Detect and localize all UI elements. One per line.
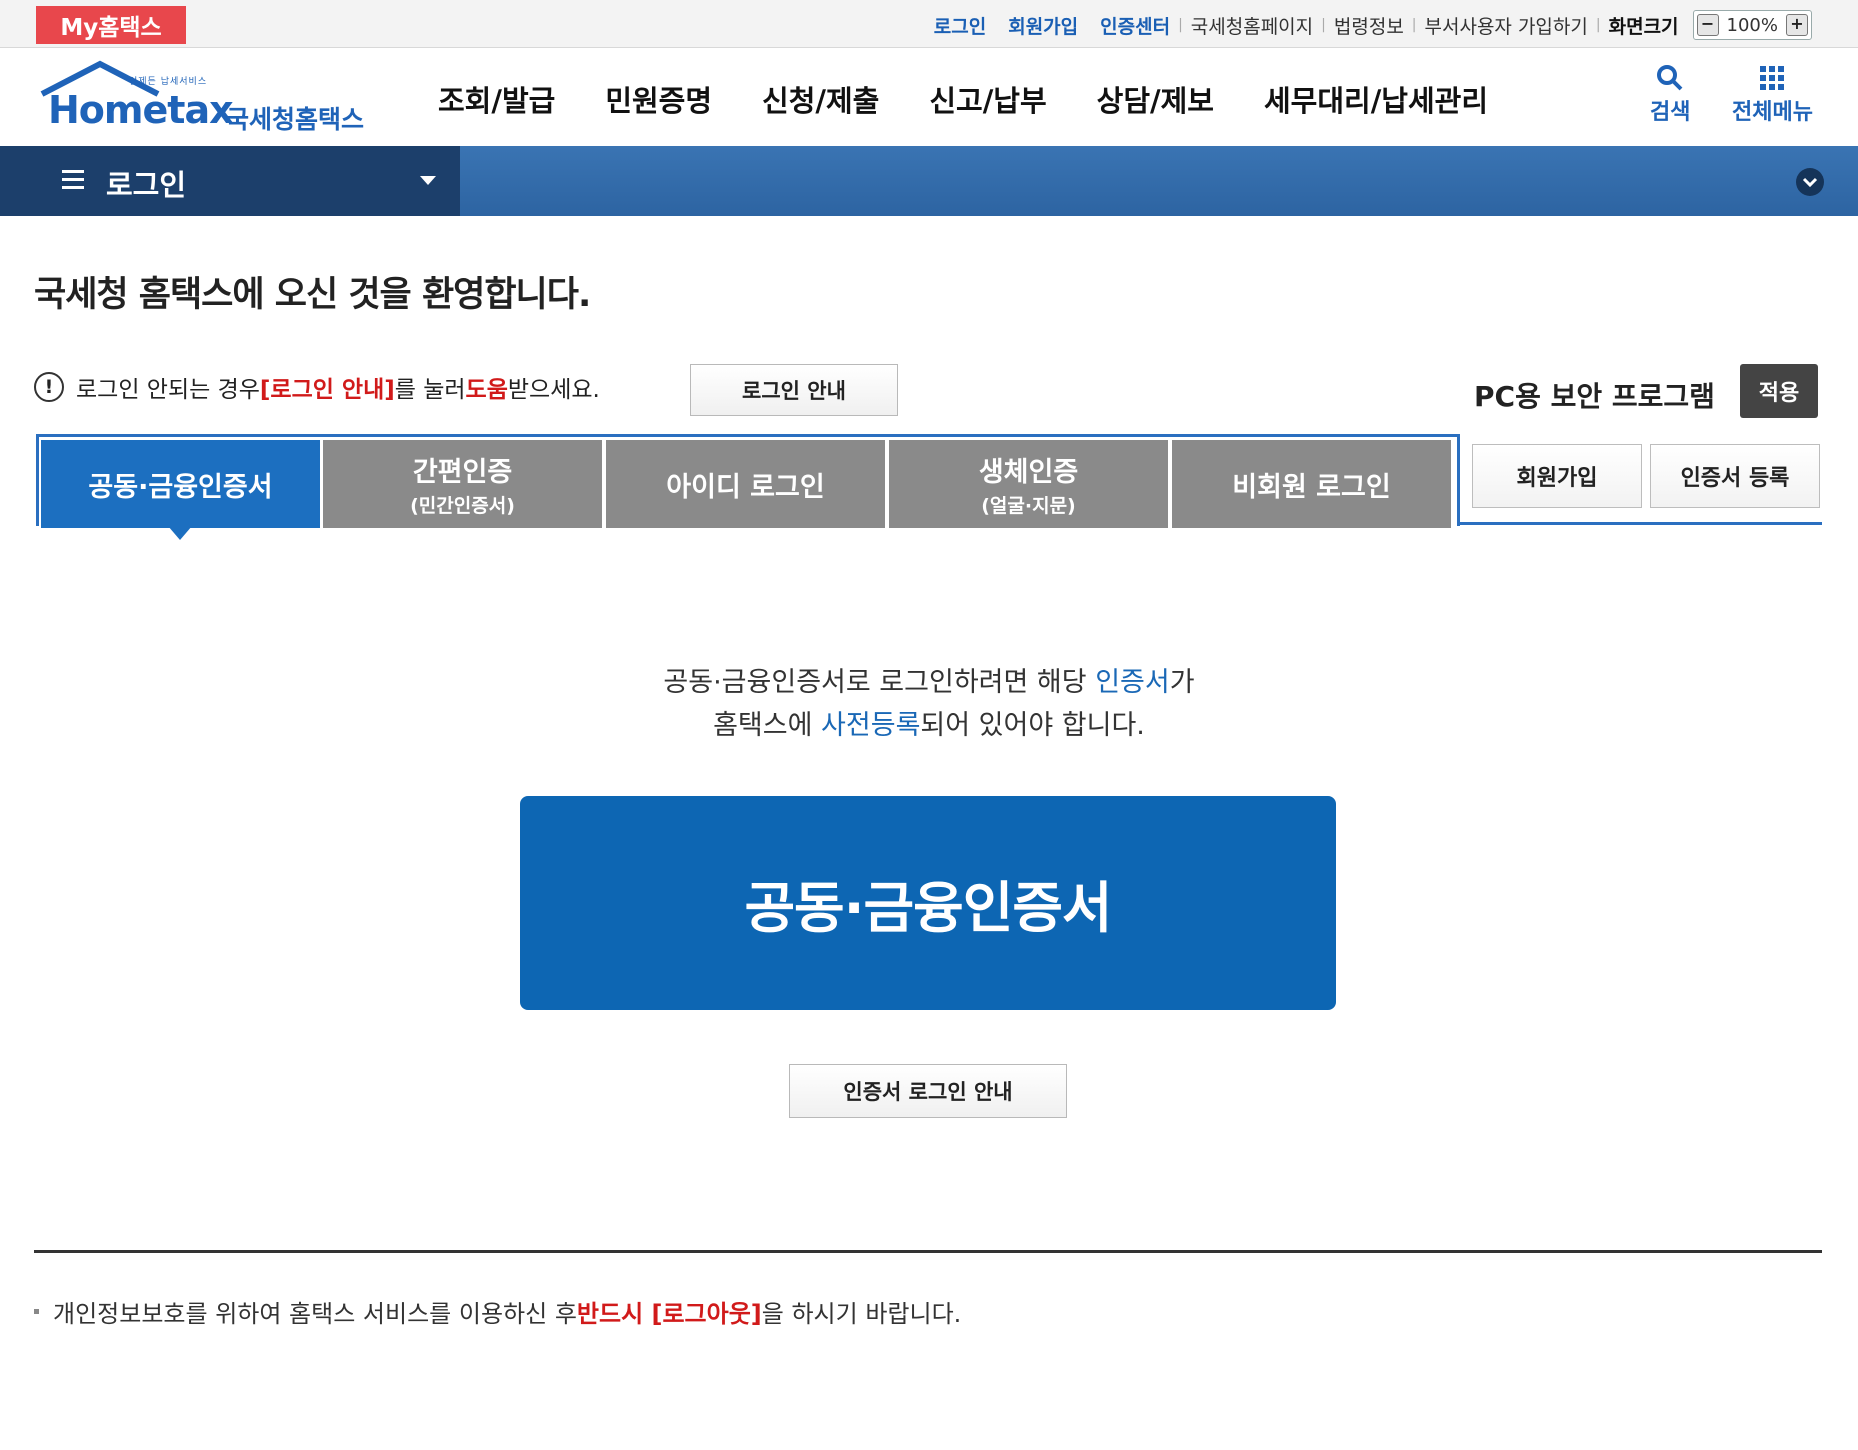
help-text-5: 받으세요. (507, 377, 600, 403)
top-utility-bar: My홈택스 로그인 회원가입 인증센터 | 국세청홈페이지 | 법령정보 | 부… (0, 0, 1858, 48)
search-icon (1657, 65, 1683, 91)
nts-homepage-link[interactable]: 국세청홈페이지 (1191, 12, 1313, 39)
tab-biometric-auth[interactable]: 생체인증 (얼굴·지문) (889, 440, 1168, 528)
security-apply-button[interactable]: 적용 (1740, 364, 1818, 418)
tab-simple-auth[interactable]: 간편인증 (민간인증서) (323, 440, 602, 528)
help-text-login-guide: [로그인 안내] (259, 377, 395, 403)
logo-korean-name: 국세청홈택스 (226, 105, 365, 134)
tab-label: 공동·금융인증서 (88, 471, 273, 503)
zoom-control: − 100% + (1692, 10, 1812, 40)
tab-label: 아이디 로그인 (666, 471, 825, 503)
separator: | (1178, 17, 1183, 33)
nav-item-application[interactable]: 신청/제출 (762, 78, 879, 120)
tab-label: 간편인증 (412, 457, 513, 488)
desc-highlight-preregister: 사전등록 (821, 710, 921, 741)
tab-sublabel: (민간인증서) (410, 495, 515, 517)
law-info-link[interactable]: 법령정보 (1334, 12, 1404, 39)
nav-item-certificate[interactable]: 민원증명 (605, 78, 712, 120)
search-button[interactable]: 검색 (1650, 64, 1690, 126)
cert-login-guide-button[interactable]: 인증서 로그인 안내 (789, 1064, 1067, 1118)
notice-text-1: 개인정보보호를 위하여 홈택스 서비스를 이용하신 후 (53, 1300, 577, 1328)
logout-notice: 개인정보보호를 위하여 홈택스 서비스를 이용하신 후 반드시 [로그아웃] 을… (34, 1294, 961, 1329)
grid-menu-icon (1760, 66, 1785, 90)
nav-item-inquiry[interactable]: 조회/발급 (438, 78, 555, 120)
login-guide-button[interactable]: 로그인 안내 (690, 364, 898, 416)
desc-highlight-cert: 인증서 (1095, 667, 1170, 698)
cert-center-link[interactable]: 인증센터 (1100, 12, 1170, 39)
hamburger-icon (62, 170, 84, 194)
utility-links: 로그인 회원가입 인증센터 | 국세청홈페이지 | 법령정보 | 부서사용자 가… (934, 8, 1812, 42)
nav-item-tax-agent[interactable]: 세무대리/납세관리 (1264, 78, 1488, 120)
nav-item-consult[interactable]: 상담/제보 (1097, 78, 1214, 120)
joint-financial-cert-login-button[interactable]: 공동·금융인증서 (520, 796, 1336, 1010)
zoom-in-button[interactable]: + (1786, 14, 1808, 36)
help-text-1: 로그인 안되는 경우 (76, 377, 260, 403)
cert-description-line-2: 홈택스에 사전등록되어 있어야 합니다. (0, 703, 1858, 742)
separator: | (1411, 17, 1417, 33)
desc-text: 홈택스에 (713, 710, 822, 741)
join-button[interactable]: 회원가입 (1472, 444, 1642, 508)
exclamation-icon: ! (34, 372, 64, 402)
dept-user-join-link[interactable]: 부서사용자 가입하기 (1425, 12, 1588, 39)
desc-text: 가 (1169, 667, 1195, 698)
join-link[interactable]: 회원가입 (1008, 12, 1078, 39)
active-tab-pointer (168, 526, 192, 540)
tab-non-member-login[interactable]: 비회원 로그인 (1172, 440, 1451, 528)
desc-text: 되어 있어야 합니다. (920, 710, 1145, 741)
separator: | (1321, 17, 1326, 33)
bullet (34, 1309, 39, 1314)
notice-text-logout: 반드시 [로그아웃] (576, 1300, 762, 1328)
logo-wordmark: Hometax (48, 88, 234, 132)
tab-joint-financial-cert[interactable]: 공동·금융인증서 (41, 440, 320, 528)
caret-down-icon[interactable] (420, 176, 436, 185)
search-label: 검색 (1650, 100, 1691, 125)
location-title: 로그인 (106, 168, 187, 202)
cert-description-line-1: 공동·금융인증서로 로그인하려면 해당 인증서가 (0, 660, 1858, 699)
cert-register-button[interactable]: 인증서 등록 (1650, 444, 1820, 508)
all-menu-button[interactable]: 전체메뉴 (1732, 64, 1813, 126)
all-menu-label: 전체메뉴 (1732, 100, 1813, 125)
tab-sublabel: (얼굴·지문) (981, 495, 1076, 517)
pc-security-label: PC용 보안 프로그램 (1474, 380, 1715, 413)
page-title: 국세청 홈택스에 오신 것을 환영합니다. (34, 275, 591, 315)
tab-label: 비회원 로그인 (1232, 471, 1391, 503)
desc-text: 공동·금융인증서로 로그인하려면 해당 (663, 667, 1096, 698)
screen-size-label: 화면크기 (1608, 15, 1679, 38)
tab-underline (1460, 522, 1822, 525)
notice-text-3: 을 하시기 바랍니다. (761, 1300, 962, 1328)
separator: | (1595, 17, 1601, 33)
zoom-out-button[interactable]: − (1696, 14, 1719, 36)
login-link[interactable]: 로그인 (934, 12, 986, 39)
help-text-3: 를 눌러 (394, 377, 466, 403)
zoom-value: 100% (1726, 14, 1778, 36)
login-help-line: ! 로그인 안되는 경우 [로그인 안내] 를 눌러 도움 받으세요. (34, 370, 600, 404)
location-bar: 로그인 (0, 146, 1858, 216)
my-hometax-button[interactable]: My홈택스 (36, 6, 186, 44)
main-nav: 조회/발급 민원증명 신청/제출 신고/납부 상담/제보 세무대리/납세관리 (438, 78, 1538, 120)
help-text-help: 도움 (465, 377, 508, 403)
chevron-down-icon[interactable] (1796, 168, 1824, 196)
hometax-logo[interactable]: 언제든 납세서비스 Hometax 국세청홈택스 (34, 58, 374, 138)
nav-item-filing[interactable]: 신고/납부 (929, 78, 1046, 120)
main-header: 언제든 납세서비스 Hometax 국세청홈택스 조회/발급 민원증명 신청/제… (0, 48, 1858, 146)
tab-id-login[interactable]: 아이디 로그인 (606, 440, 885, 528)
footer-divider (34, 1250, 1822, 1253)
tab-label: 생체인증 (978, 457, 1079, 488)
logo-tagline: 언제든 납세서비스 (129, 77, 208, 87)
